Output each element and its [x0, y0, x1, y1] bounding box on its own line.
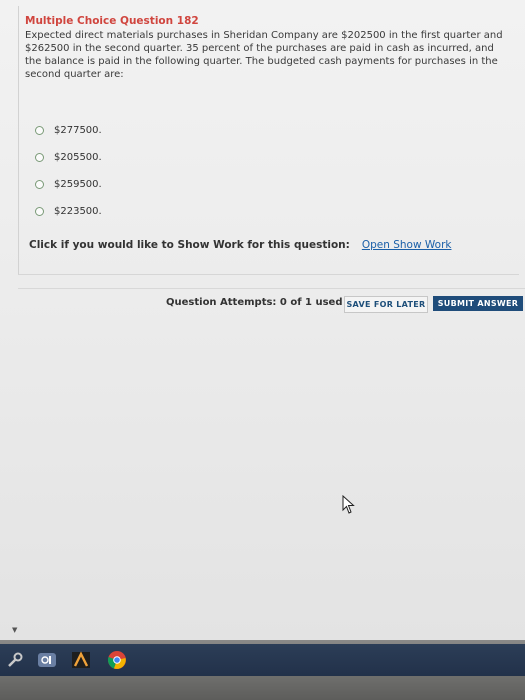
question-card: Multiple Choice Question 182 Expected di… [18, 6, 519, 275]
open-show-work-link[interactable]: Open Show Work [362, 239, 452, 251]
mail-icon[interactable] [70, 650, 92, 670]
radio-button[interactable] [35, 206, 44, 216]
answer-option-label: $259500. [54, 178, 102, 190]
question-text: Expected direct materials purchases in S… [25, 30, 503, 80]
answer-option[interactable]: $259500. [35, 177, 102, 191]
tools-icon[interactable] [4, 650, 26, 670]
question-title: Multiple Choice Question 182 [25, 15, 199, 27]
save-for-later-button[interactable]: SAVE FOR LATER [344, 296, 428, 313]
answer-option-label: $223500. [54, 205, 102, 217]
chrome-icon[interactable] [106, 650, 128, 670]
scroll-down-arrow-icon[interactable]: ▼ [12, 626, 17, 634]
answer-option-label: $205500. [54, 151, 102, 163]
mouse-cursor-icon [342, 495, 355, 514]
answer-option[interactable]: $223500. [35, 204, 102, 218]
onenote-icon[interactable] [36, 650, 58, 670]
divider [18, 288, 525, 289]
radio-button[interactable] [35, 125, 44, 135]
answer-option[interactable]: $205500. [35, 150, 102, 164]
answer-option[interactable]: $277500. [35, 123, 102, 137]
answer-option-label: $277500. [54, 124, 102, 136]
radio-button[interactable] [35, 152, 44, 162]
question-attempts: Question Attempts: 0 of 1 used [166, 297, 343, 308]
submit-answer-button[interactable]: SUBMIT ANSWER [433, 296, 523, 311]
show-work-label: Click if you would like to Show Work for… [29, 239, 350, 251]
show-work-row: Click if you would like to Show Work for… [29, 239, 451, 251]
browser-viewport: Multiple Choice Question 182 Expected di… [0, 0, 525, 640]
radio-button[interactable] [35, 179, 44, 189]
